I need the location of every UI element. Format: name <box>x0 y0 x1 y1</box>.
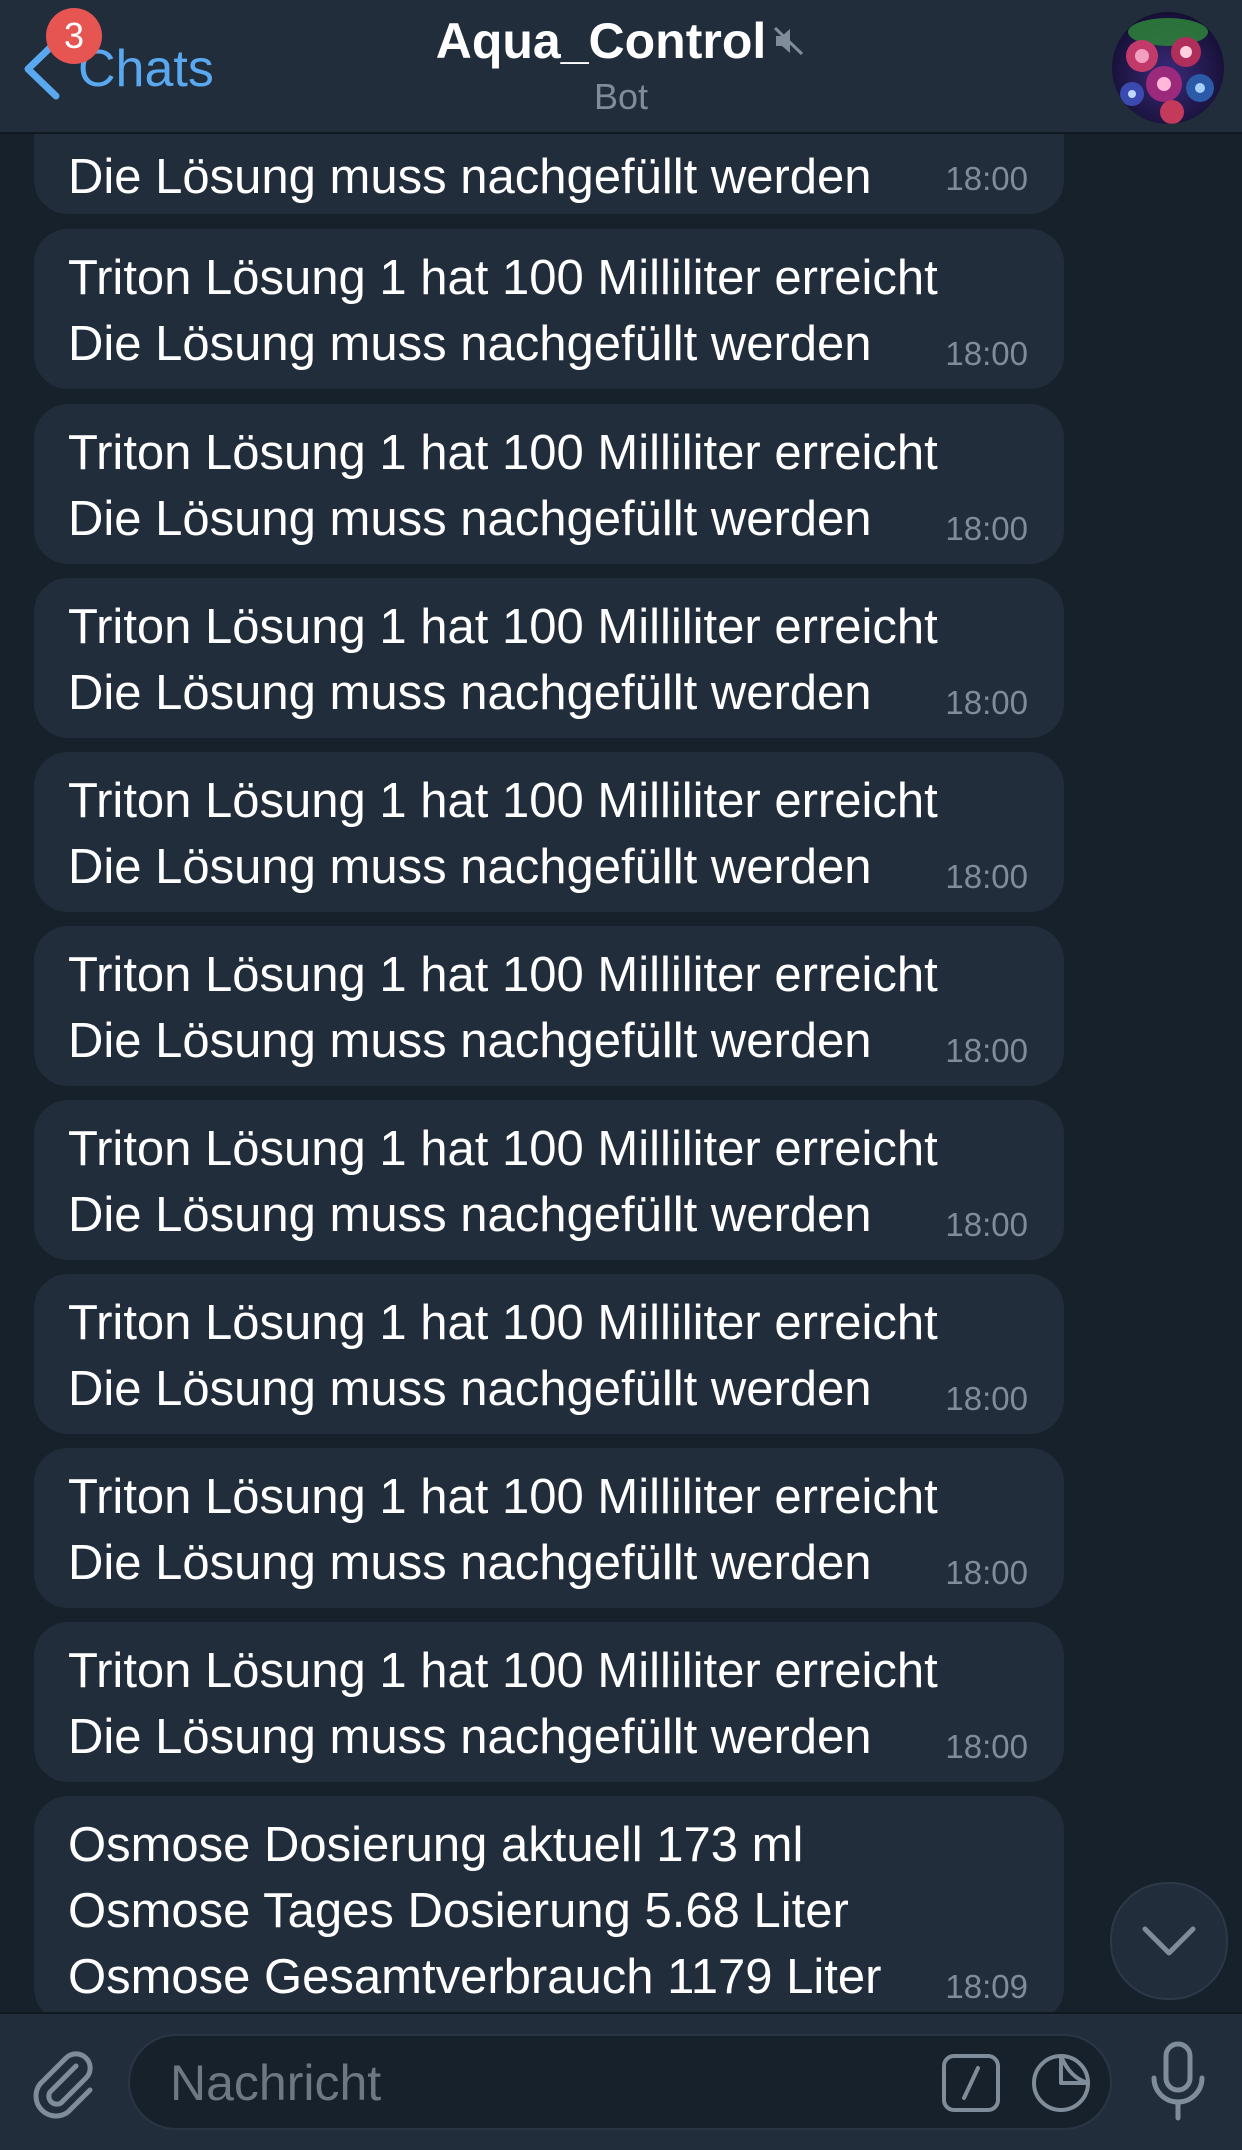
message-text-line: Osmose Tages Dosierung 5.68 Liter <box>68 1884 849 1938</box>
message-bubble[interactable]: Triton Lösung 1 hat 100 Milliliter errei… <box>34 229 1064 389</box>
chevron-down-icon <box>1142 1926 1196 1956</box>
message-bubble[interactable]: Triton Lösung 1 hat 100 Milliliter errei… <box>34 1448 1064 1608</box>
slash-command-icon[interactable] <box>940 2052 1002 2114</box>
message-timestamp: 18:00 <box>945 160 1028 197</box>
message-timestamp: 18:09 <box>945 1968 1028 2005</box>
message-input-field <box>128 2034 1112 2130</box>
scroll-to-bottom-button[interactable] <box>1110 1882 1228 2000</box>
message-text-line: Die Lösung muss nachgefüllt werden <box>68 1014 872 1068</box>
message-text-line: Die Lösung muss nachgefüllt werden <box>68 150 872 204</box>
message-text-line: Triton Lösung 1 hat 100 Milliliter errei… <box>68 426 938 480</box>
message-text-line: Osmose Dosierung aktuell 173 ml <box>68 1818 804 1872</box>
message-text-line: Die Lösung muss nachgefüllt werden <box>68 1188 872 1242</box>
message-list[interactable]: Die Lösung muss nachgefüllt werden 18:00 T… <box>0 132 1242 2012</box>
message-bubble[interactable]: Triton Lösung 1 hat 100 Milliliter errei… <box>34 752 1064 912</box>
message-timestamp: 18:00 <box>945 684 1028 721</box>
message-text-line: Die Lösung muss nachgefüllt werden <box>68 1710 872 1764</box>
chat-title: Aqua_Control <box>436 12 807 70</box>
microphone-icon[interactable] <box>1146 2040 1210 2124</box>
message-bubble[interactable]: Triton Lösung 1 hat 100 Milliliter errei… <box>34 1274 1064 1434</box>
message-text-line: Die Lösung muss nachgefüllt werden <box>68 492 872 546</box>
message-bubble[interactable]: Triton Lösung 1 hat 100 Milliliter errei… <box>34 1100 1064 1260</box>
message-text-line: Triton Lösung 1 hat 100 Milliliter errei… <box>68 251 938 305</box>
speaker-muted-icon <box>774 26 804 56</box>
message-bubble[interactable]: Triton Lösung 1 hat 100 Milliliter errei… <box>34 404 1064 564</box>
paperclip-icon[interactable] <box>24 2044 104 2124</box>
avatar[interactable] <box>1112 12 1224 124</box>
message-timestamp: 18:00 <box>945 1728 1028 1765</box>
message-text-line: Triton Lösung 1 hat 100 Milliliter errei… <box>68 1470 938 1524</box>
sticker-icon[interactable] <box>1030 2052 1092 2114</box>
message-timestamp: 18:00 <box>945 510 1028 547</box>
message-bubble[interactable]: Triton Lösung 1 hat 100 Milliliter errei… <box>34 1622 1064 1782</box>
chat-header: Chats 3 Aqua_Control Bot <box>0 0 1242 134</box>
chat-title-text: Aqua_Control <box>435 13 767 69</box>
message-bubble[interactable]: Triton Lösung 1 hat 100 Milliliter errei… <box>34 578 1064 738</box>
message-bubble[interactable]: Osmose Dosierung aktuell 173 ml Osmose Ta… <box>34 1796 1064 2012</box>
message-text-line: Triton Lösung 1 hat 100 Milliliter errei… <box>68 1122 938 1176</box>
message-text-line: Die Lösung muss nachgefüllt werden <box>68 1536 872 1590</box>
message-timestamp: 18:00 <box>945 1380 1028 1417</box>
message-text-line: Triton Lösung 1 hat 100 Milliliter errei… <box>68 600 938 654</box>
message-timestamp: 18:00 <box>945 1206 1028 1243</box>
message-bubble[interactable]: Triton Lösung 1 hat 100 Milliliter errei… <box>34 926 1064 1086</box>
message-text-line: Osmose Gesamtverbrauch 1179 Liter <box>68 1950 882 2004</box>
message-text-line: Die Lösung muss nachgefüllt werden <box>68 317 872 371</box>
message-text-line: Triton Lösung 1 hat 100 Milliliter errei… <box>68 948 938 1002</box>
message-text-line: Triton Lösung 1 hat 100 Milliliter errei… <box>68 1644 938 1698</box>
message-bubble[interactable]: Die Lösung muss nachgefüllt werden 18:00 <box>34 132 1064 214</box>
message-text-line: Die Lösung muss nachgefüllt werden <box>68 1362 872 1416</box>
message-text-line: Die Lösung muss nachgefüllt werden <box>68 666 872 720</box>
message-text-line: Triton Lösung 1 hat 100 Milliliter errei… <box>68 774 938 828</box>
chat-title-area[interactable]: Aqua_Control Bot <box>0 12 1242 118</box>
message-timestamp: 18:00 <box>945 335 1028 372</box>
composer-bar <box>0 2012 1242 2150</box>
message-timestamp: 18:00 <box>945 1554 1028 1591</box>
message-text-line: Triton Lösung 1 hat 100 Milliliter errei… <box>68 1296 938 1350</box>
chat-subtitle: Bot <box>593 76 649 117</box>
avatar-coral-image <box>1112 12 1224 124</box>
message-input[interactable] <box>168 2036 952 2130</box>
message-timestamp: 18:00 <box>945 858 1028 895</box>
message-text-line: Die Lösung muss nachgefüllt werden <box>68 840 872 894</box>
message-timestamp: 18:00 <box>945 1032 1028 1069</box>
